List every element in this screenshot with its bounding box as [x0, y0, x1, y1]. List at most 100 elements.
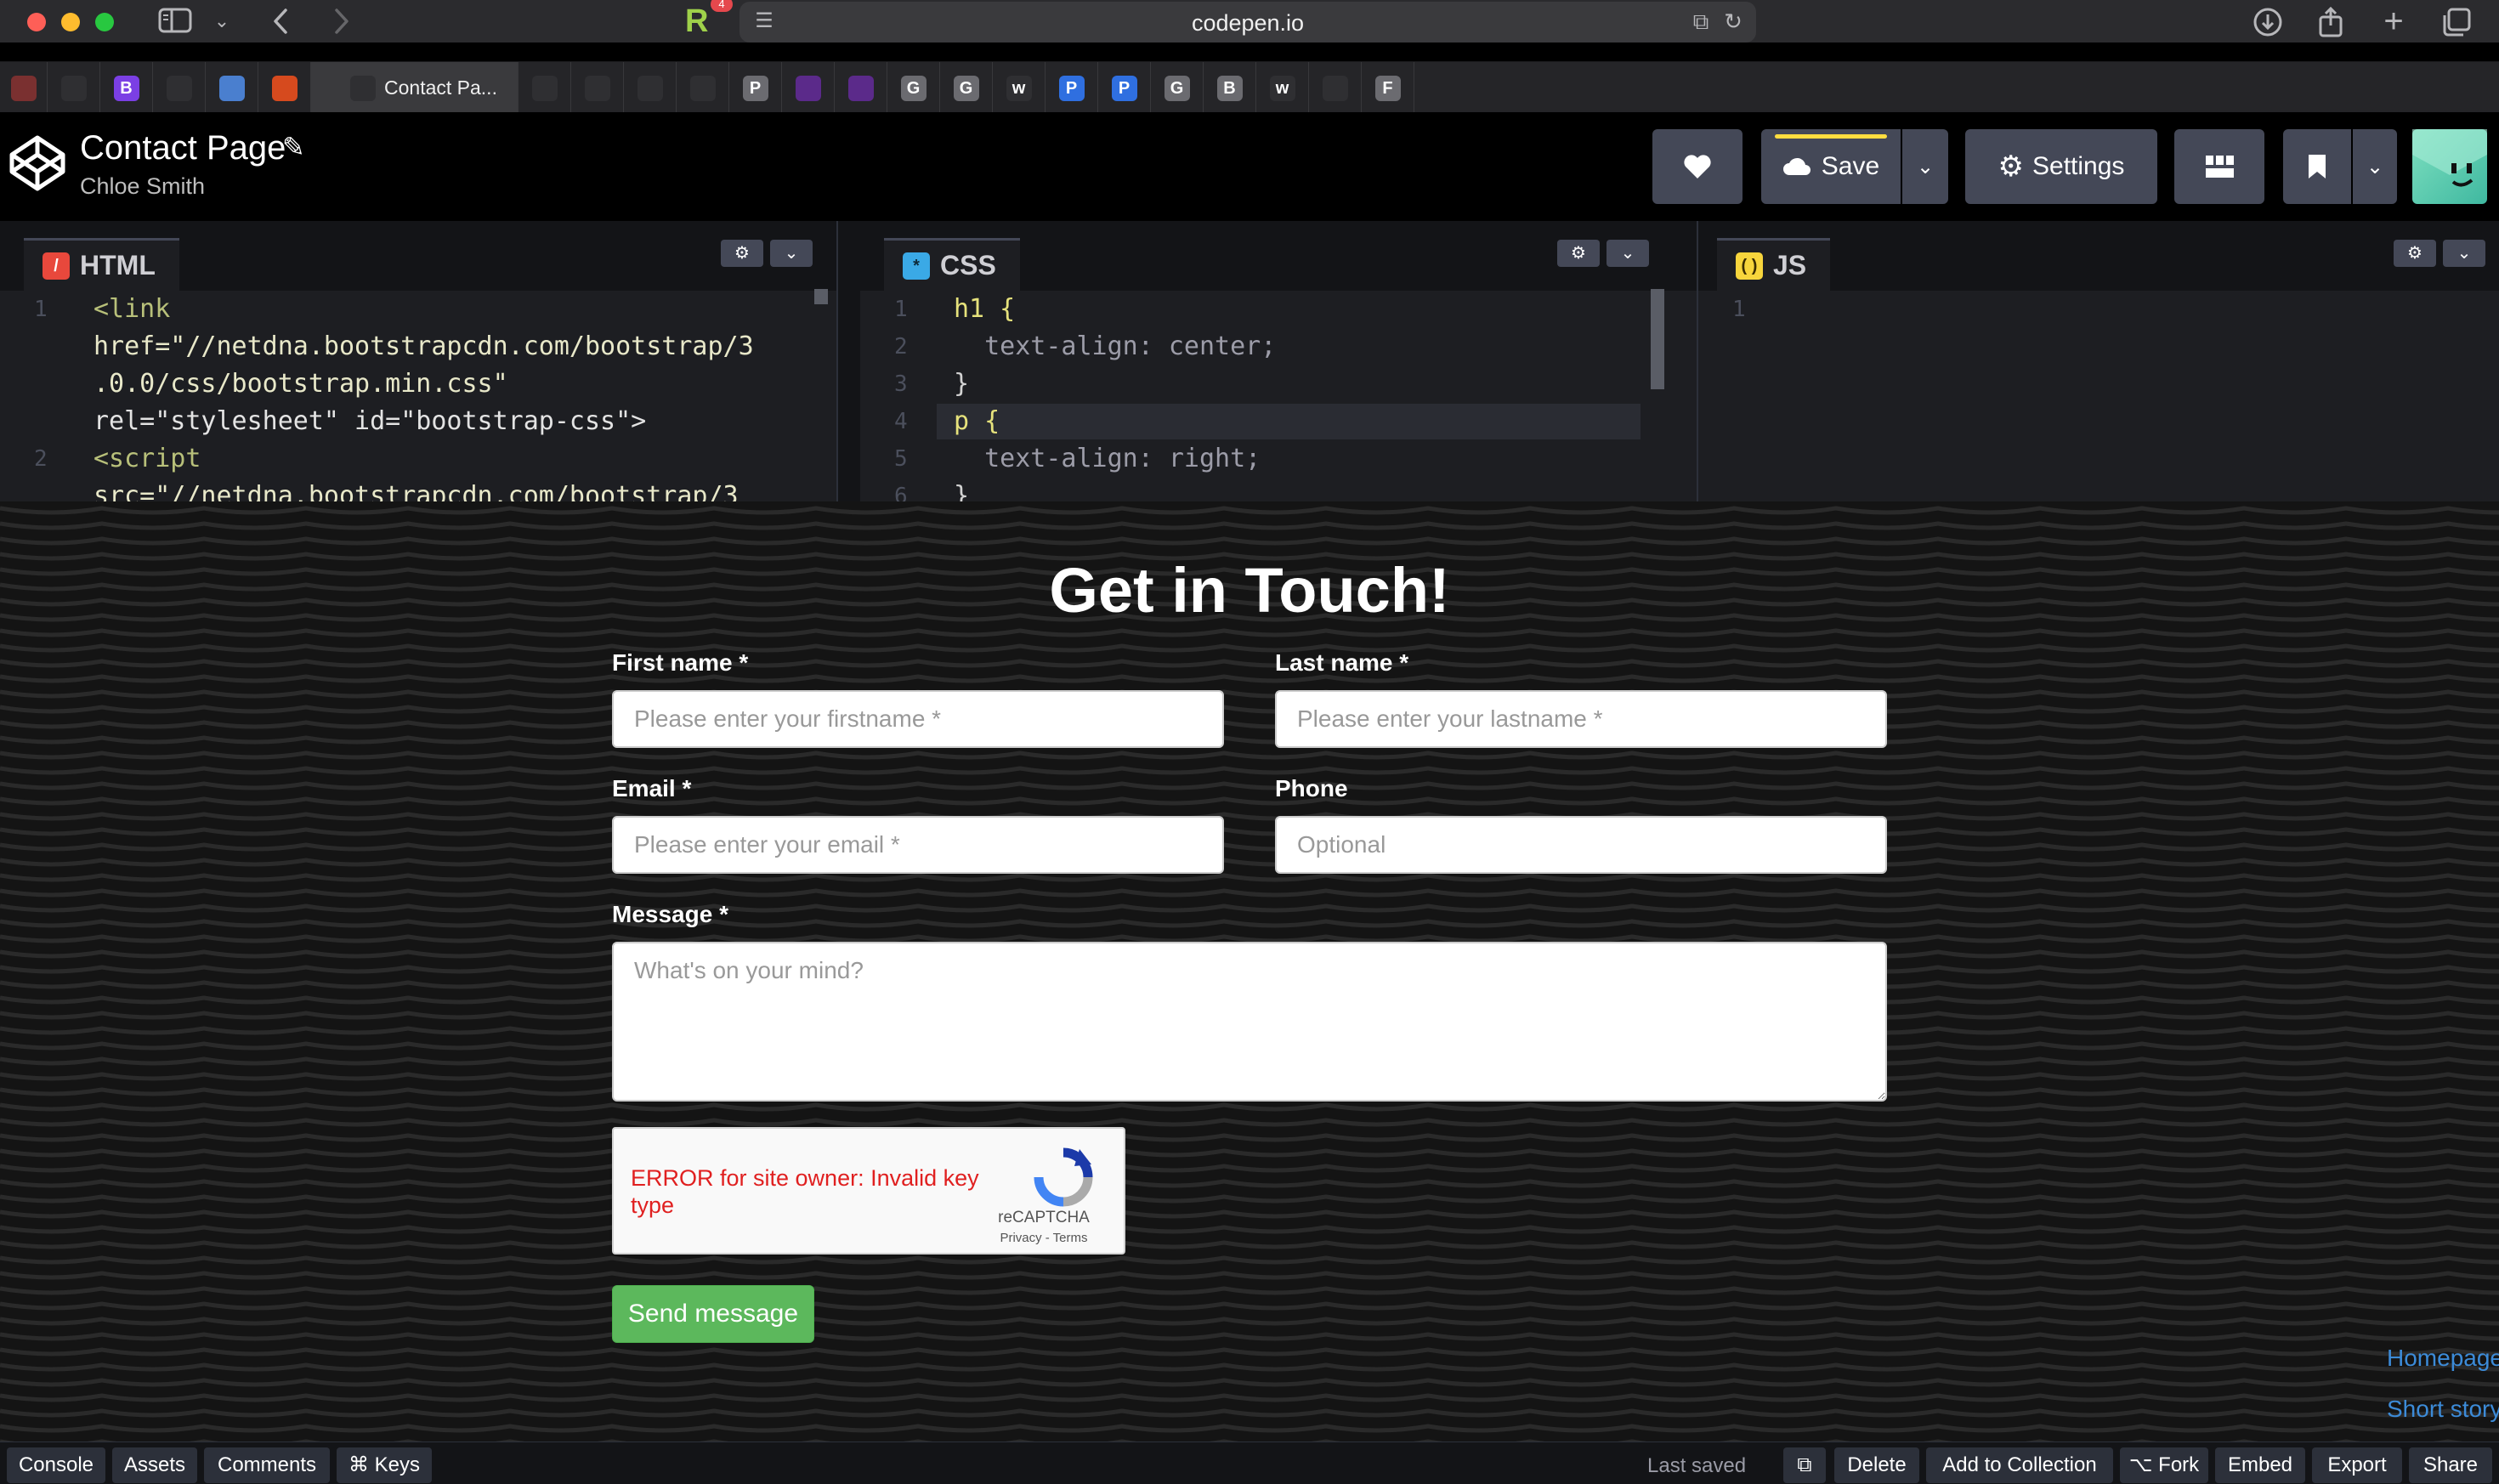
code-line-active: 4p { [860, 403, 1697, 440]
open-external-button[interactable]: ⧉ [1783, 1447, 1826, 1483]
keys-button[interactable]: ⌘ Keys [337, 1447, 432, 1483]
html-scrollbar[interactable] [814, 289, 828, 304]
browser-tab[interactable]: G [887, 62, 940, 113]
css-editor-tab[interactable]: * CSS [884, 238, 1020, 291]
html-settings-button[interactable]: ⚙ [721, 240, 763, 267]
pen-title[interactable]: Contact Page [80, 129, 286, 167]
browser-tab[interactable]: B [100, 62, 153, 113]
code-line: 1 h1 { [894, 294, 1016, 324]
html-collapse-button[interactable]: ⌄ [770, 240, 813, 267]
pen-icon [10, 76, 37, 101]
browser-tab[interactable]: P [1046, 62, 1098, 113]
fullscreen-window-button[interactable] [95, 13, 114, 31]
browser-tab[interactable]: F [1362, 62, 1414, 113]
sidebar-toggle-icon[interactable] [156, 7, 194, 36]
browser-tab[interactable]: B [1204, 62, 1256, 113]
recaptcha-widget[interactable]: ERROR for site owner: Invalid key type r… [612, 1127, 1125, 1255]
letter-p-blue-icon: P [1058, 76, 1085, 101]
html-editor-tab[interactable]: / HTML [24, 238, 179, 291]
browser-tab[interactable] [206, 62, 258, 113]
share-icon[interactable] [2314, 6, 2348, 37]
css-editor-header: * CSS ⚙ ⌄ [860, 221, 1697, 291]
save-options-button[interactable]: ⌄ [1902, 129, 1948, 204]
embed-button[interactable]: Embed [2215, 1447, 2305, 1483]
browser-tab[interactable] [624, 62, 677, 113]
close-window-button[interactable] [27, 13, 46, 31]
forward-arrow-icon[interactable] [325, 7, 359, 36]
tab-bar: B Contact Pa... P G Gw P P G Bw F [0, 61, 2499, 113]
css-code[interactable]: 1 h1 { 2 text-align: center; 3} 4p { 5 te… [860, 291, 1697, 501]
settings-button[interactable]: ⚙ Settings [1965, 129, 2157, 204]
external-link-icon: ⧉ [1797, 1453, 1812, 1476]
fork-button[interactable]: ⌥ Fork [2120, 1447, 2208, 1483]
browser-tab[interactable]: P [729, 62, 782, 113]
address-bar[interactable]: ☰ codepen.io ⧉ ↻ [740, 2, 1756, 42]
recaptcha-privacy-terms-link[interactable]: Privacy - Terms [971, 1231, 1117, 1245]
browser-tab[interactable]: G [1151, 62, 1204, 113]
email-input[interactable] [612, 816, 1224, 874]
export-button[interactable]: Export [2312, 1447, 2402, 1483]
heart-icon [1684, 155, 1711, 178]
browser-tab[interactable] [571, 62, 624, 113]
unsaved-indicator [1775, 134, 1887, 139]
avatar[interactable] [2412, 129, 2487, 204]
new-tab-icon[interactable]: + [2377, 4, 2411, 38]
browser-tab[interactable]: G [940, 62, 993, 113]
first-name-input[interactable] [612, 690, 1224, 748]
comments-button[interactable]: Comments [204, 1447, 330, 1483]
url-text[interactable]: codepen.io [740, 10, 1756, 37]
css-scrollbar[interactable] [1651, 289, 1664, 389]
js-editor-tab[interactable]: ( ) JS [1717, 238, 1831, 291]
browser-tab[interactable]: P [1098, 62, 1151, 113]
save-button[interactable]: Save [1761, 129, 1901, 204]
console-button[interactable]: Console [7, 1447, 105, 1483]
message-textarea[interactable] [612, 942, 1887, 1102]
browser-tab[interactable]: w [993, 62, 1046, 113]
edit-title-icon[interactable]: ✎ [282, 131, 305, 163]
css-collapse-button[interactable]: ⌄ [1606, 240, 1649, 267]
last-name-input[interactable] [1275, 690, 1887, 748]
browser-tab[interactable]: Contact Pa... [311, 62, 518, 113]
love-button[interactable] [1652, 129, 1742, 204]
browser-tab[interactable] [782, 62, 835, 113]
codepen-logo-icon[interactable] [7, 133, 68, 194]
browser-tab[interactable] [677, 62, 729, 113]
browser-tab[interactable] [258, 62, 311, 113]
html-code[interactable]: 1 <link href="//netdna.bootstrapcdn.com/b… [0, 291, 836, 501]
bookmark-button[interactable] [2283, 129, 2351, 204]
back-arrow-icon[interactable] [264, 7, 298, 36]
tab-overview-icon[interactable]: ⧉ [1686, 7, 1715, 36]
crown-icon [795, 76, 821, 101]
send-message-button[interactable]: Send message [612, 1285, 814, 1343]
homepage-link[interactable]: Homepage [2387, 1345, 2499, 1372]
bookmark-options-button[interactable]: ⌄ [2353, 129, 2397, 204]
reload-icon[interactable]: ↻ [1719, 7, 1748, 36]
js-collapse-button[interactable]: ⌄ [2443, 240, 2485, 267]
browser-tab[interactable] [835, 62, 887, 113]
browser-tab[interactable] [1309, 62, 1362, 113]
browser-tab[interactable] [518, 62, 571, 113]
short-story-link[interactable]: Short story [2387, 1396, 2499, 1423]
browser-tab[interactable]: w [1256, 62, 1309, 113]
change-view-button[interactable] [2174, 129, 2264, 204]
delete-button[interactable]: Delete [1834, 1447, 1919, 1483]
show-all-tabs-icon[interactable] [2438, 7, 2475, 37]
phone-input[interactable] [1275, 816, 1887, 874]
browser-tab[interactable] [0, 62, 48, 113]
extension-r-icon[interactable]: R [685, 3, 708, 40]
page-title: Get in Touch! [1049, 555, 1450, 626]
js-code[interactable]: 1 [1698, 291, 2499, 501]
share-button[interactable]: Share [2409, 1447, 2492, 1483]
browser-tab[interactable] [48, 62, 100, 113]
chevron-down-icon[interactable]: ⌄ [209, 7, 235, 36]
browser-tab[interactable] [153, 62, 206, 113]
assets-button[interactable]: Assets [112, 1447, 197, 1483]
add-to-collection-button[interactable]: Add to Collection [1926, 1447, 2113, 1483]
js-braces-icon: ( ) [1736, 252, 1763, 280]
minimize-window-button[interactable] [61, 13, 80, 31]
downloads-icon[interactable] [2251, 7, 2285, 37]
pen-author[interactable]: Chloe Smith [80, 173, 205, 200]
css-settings-button[interactable]: ⚙ [1557, 240, 1600, 267]
js-settings-button[interactable]: ⚙ [2394, 240, 2436, 267]
code-line: .0.0/css/bootstrap.min.css" [94, 369, 508, 399]
